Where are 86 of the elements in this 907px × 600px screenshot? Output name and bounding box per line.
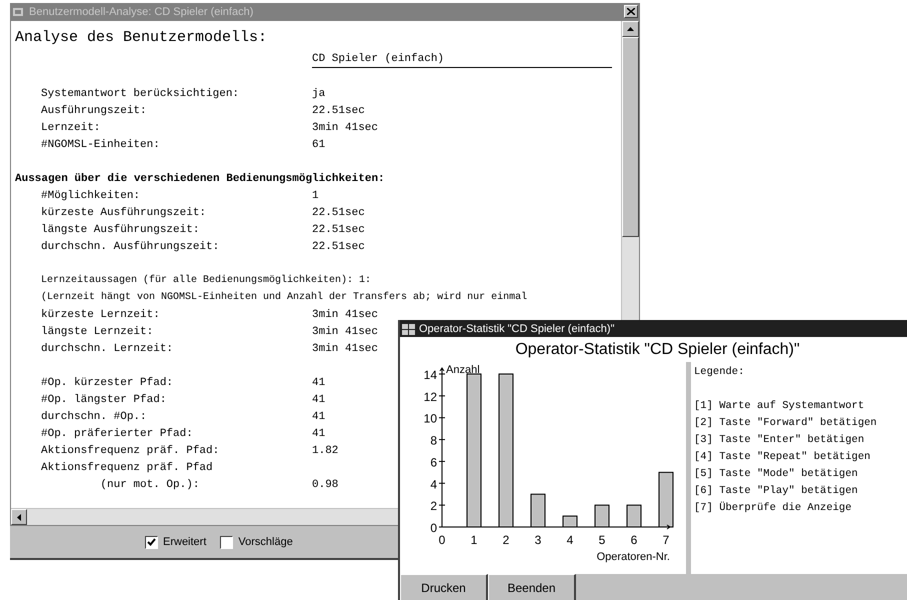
field-value: 41 (312, 394, 326, 406)
up-arrow-icon (627, 27, 634, 31)
close-icon (627, 8, 635, 15)
field-value: 41 (312, 410, 326, 422)
field-label: kürzeste Ausführungszeit: (41, 206, 208, 218)
legend-item: [2] Taste "Forward" betätigen (694, 417, 877, 431)
tick-label: 0 (438, 533, 446, 547)
field-label: Aktionsfrequenz präf. Pfad (41, 462, 214, 474)
field-label: #NGOMSL-Einheiten: (41, 138, 161, 150)
field-value: 3min 41sec (312, 308, 378, 320)
legend-title: Legende: (694, 366, 746, 380)
bar (530, 494, 546, 528)
tick-label: 4 (566, 533, 574, 547)
field-label: durchschn. #Op.: (41, 410, 148, 422)
note-text: (Lernzeit hängt von NGOMSL-Einheiten und Anzahl der Transfers ab; wird nur einmal (41, 292, 528, 303)
tick-label: 2 (502, 533, 510, 547)
checkbox[interactable] (145, 536, 158, 548)
tick-label: 4 (430, 477, 437, 492)
field-value: 3min 41sec (312, 342, 378, 354)
field-value: 22.51sec (312, 206, 365, 218)
tick-label: 1 (470, 533, 478, 547)
axis-title: Operatoren-Nr. (596, 551, 670, 563)
field-label: durchschn. Ausführungszeit: (41, 240, 220, 252)
field-value: 41 (312, 376, 326, 388)
field-value: 41 (312, 428, 326, 440)
tick-label: 8 (430, 434, 437, 448)
tick-label: 3 (534, 533, 542, 547)
bar (658, 472, 674, 528)
bar (626, 504, 642, 528)
legend-item: [5] Taste "Mode" betätigen (694, 468, 859, 482)
field-value: 1 (312, 190, 319, 202)
field-value: 1.82 (312, 444, 338, 456)
tick-label: 12 (424, 390, 437, 404)
checkbox-label: Vorschläge (238, 536, 293, 548)
field-value: 61 (312, 138, 326, 150)
field-label: #Op. präferierter Pfad: (41, 428, 194, 440)
chart-heading: Operator-Statistik "CD Spieler (einfach)" (400, 337, 907, 362)
field-label: #Möglichkeiten: (41, 190, 142, 202)
axis-title: Anzahl (446, 364, 480, 376)
window-title: Benutzermodell-Analyse: CD Spieler (einfach) (29, 6, 254, 18)
report-heading: Analyse des Benutzermodells: (15, 29, 268, 47)
field-value: 0.98 (312, 478, 338, 490)
legend-item: [7] Überprüfe die Anzeige (694, 502, 853, 516)
field-label: kürzeste Lernzeit: (41, 308, 161, 320)
button[interactable]: Beenden (488, 574, 576, 600)
note-text: Lernzeitaussagen (für alle Bedienungsmöglichkeiten): 1: (41, 275, 372, 286)
legend-item: [6] Taste "Play" betätigen (694, 485, 859, 499)
bar (562, 516, 578, 528)
field-label: #Op. kürzester Pfad: (41, 376, 174, 388)
field-label: Lernzeit: (41, 122, 102, 134)
field-value: 22.51sec (312, 224, 365, 236)
field-label: Ausführungszeit: (41, 104, 148, 116)
field-value: 3min 41sec (312, 326, 378, 338)
bar (594, 504, 610, 528)
tick-label: 10 (424, 412, 437, 426)
legend-item: [3] Taste "Enter" betätigen (694, 434, 866, 448)
tick-label: 2 (430, 499, 437, 514)
field-label: (nur mot. Op.): (99, 478, 200, 490)
report-subtitle: CD Spieler (einfach) (312, 53, 612, 68)
field-label: #Op. längster Pfad: (41, 394, 168, 406)
field-label: längste Ausführungszeit: (41, 224, 200, 236)
button[interactable]: Drucken (400, 574, 488, 600)
window-title: Operator-Statistik "CD Spieler (einfach)" (419, 322, 616, 334)
tick-label: 7 (662, 533, 670, 547)
checkbox[interactable] (220, 536, 234, 548)
tick-label: 0 (430, 521, 437, 535)
field-value: 3min 41sec (312, 122, 378, 134)
tick-label: 14 (424, 368, 437, 382)
check-icon (147, 538, 156, 546)
field-label: durchschn. Lernzeit: (41, 342, 174, 354)
field-label: Systemantwort berücksichtigen: (41, 88, 240, 100)
field-value: ja (312, 88, 326, 100)
close-button[interactable] (624, 5, 638, 18)
checkbox-label: Erweitert (163, 536, 206, 548)
field-label: längste Lernzeit: (41, 326, 154, 338)
field-label: Aktionsfrequenz präf. Pfad: (41, 444, 220, 456)
field-value: 22.51sec (312, 104, 365, 116)
tick-label: 5 (598, 533, 606, 547)
left-arrow-icon (17, 514, 21, 520)
legend-item: [1] Warte auf Systemantwort (694, 400, 866, 414)
tick-label: 6 (430, 455, 437, 470)
section-heading: Aussagen über die verschiedenen Bedienungsmöglichkeiten: (15, 172, 385, 184)
legend-item: [4] Taste "Repeat" betätigen (694, 451, 872, 465)
field-value: 22.51sec (312, 240, 365, 252)
tick-label: 6 (630, 533, 638, 547)
app-icon (402, 322, 415, 334)
